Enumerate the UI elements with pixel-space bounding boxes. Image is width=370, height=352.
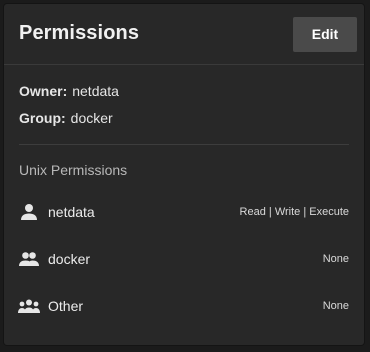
permission-value: None [322,300,349,312]
owner-label: Owner: [19,83,68,99]
permission-row-user: netdata Read | Write | Execute [4,201,364,225]
permission-value: None [322,253,349,265]
group-label: Group: [19,110,66,126]
permission-value: Read | Write | Execute [239,206,349,218]
groups-icon [18,297,40,315]
card-header: Permissions Edit [4,4,364,65]
owner-value: netdata [72,83,119,99]
people-icon [18,250,40,268]
section-divider [19,144,349,145]
permission-name: netdata [48,204,95,220]
permissions-card: Permissions Edit Owner: netdata Group: doc… [4,4,364,345]
permission-row-other: Other None [4,295,364,319]
person-icon [18,203,40,221]
permission-name: docker [48,251,91,267]
owner-line: Owner: netdata [19,83,119,99]
edit-button[interactable]: Edit [293,17,357,52]
card-title: Permissions [19,22,140,44]
unix-permissions-title: Unix Permissions [19,162,128,178]
permission-name: Other [48,298,84,314]
group-value: docker [70,110,113,126]
group-line: Group: docker [19,110,113,126]
permission-row-group: docker None [4,248,364,272]
